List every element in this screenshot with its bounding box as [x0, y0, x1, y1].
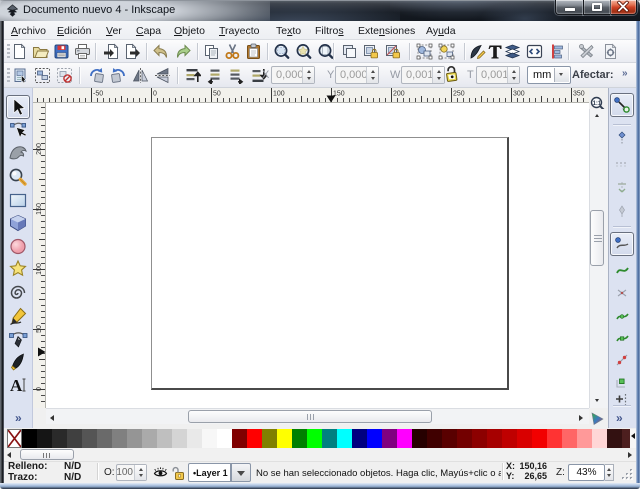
svg-text:A: A	[10, 376, 23, 395]
